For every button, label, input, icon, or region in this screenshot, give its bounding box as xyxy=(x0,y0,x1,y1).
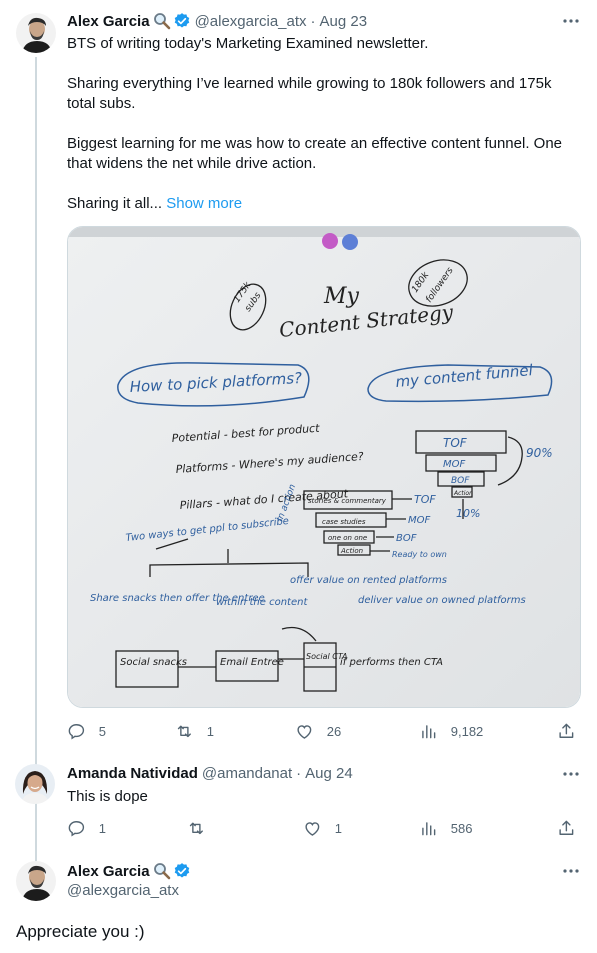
like-button[interactable]: 1 xyxy=(303,819,342,838)
thread-line xyxy=(35,57,37,868)
views-button[interactable]: 9,182 xyxy=(419,722,483,741)
reply-count: 5 xyxy=(98,723,106,739)
wb-ready-to-own: Ready to own xyxy=(392,550,447,559)
views-count: 9,182 xyxy=(450,723,484,739)
repost-count: 1 xyxy=(206,723,214,739)
show-more-link[interactable]: Show more xyxy=(166,195,242,212)
wb-stories: stories & commentary xyxy=(308,497,387,505)
magnifier-icon xyxy=(153,12,171,30)
wb-action: Action xyxy=(340,547,363,555)
author-name[interactable]: Alex Garcia xyxy=(67,13,150,30)
tweet-header: Alex Garcia @alexgarcia_atx · Aug 23 xyxy=(67,12,367,30)
magnifier-icon xyxy=(153,862,171,880)
reply-header: Alex Garcia xyxy=(67,862,191,880)
wb-action-2: Action xyxy=(453,490,473,497)
share-icon xyxy=(559,723,574,738)
wb-tof: TOF xyxy=(443,436,468,450)
wb-if-performs: if performs then CTA xyxy=(340,657,443,668)
wb-bof-2: BOF xyxy=(396,533,417,544)
repost-icon xyxy=(177,725,191,738)
avatar-alex-garcia[interactable] xyxy=(16,13,56,53)
like-button[interactable]: 26 xyxy=(295,722,341,741)
views-button[interactable]: 586 xyxy=(419,819,472,838)
like-count: 1 xyxy=(334,820,342,836)
reply-author-handle[interactable]: @alexgarcia_atx xyxy=(67,882,179,899)
tweet-paragraph-truncated: Sharing it all... Show more xyxy=(67,194,581,214)
avatar-alex-garcia[interactable] xyxy=(16,861,56,901)
repost-button[interactable] xyxy=(187,819,219,838)
separator-dot: · xyxy=(310,12,316,30)
views-chart-icon xyxy=(422,725,436,739)
wb-percent-90: 90% xyxy=(526,446,553,460)
reply-header: Amanda Natividad @amandanat · Aug 24 xyxy=(67,765,353,782)
truncated-text: Sharing it all... xyxy=(67,195,163,212)
heart-icon xyxy=(297,725,312,739)
more-options-icon[interactable] xyxy=(560,763,582,785)
wb-case-studies: case studies xyxy=(322,518,366,526)
reply-count: 1 xyxy=(98,820,106,836)
share-button[interactable] xyxy=(557,722,576,741)
wb-deliver-value: deliver value on owned platforms xyxy=(358,595,526,606)
wb-tof-2: TOF xyxy=(414,493,436,506)
wb-one-on-one: one on one xyxy=(328,534,367,542)
repost-icon xyxy=(189,822,203,835)
views-count: 586 xyxy=(450,820,473,836)
reply-author-handle[interactable]: @amandanat xyxy=(202,765,292,782)
repost-button[interactable]: 1 xyxy=(175,722,214,741)
whiteboard-image: My Content Strategy 175k subs 180k follo… xyxy=(68,227,580,707)
wb-bof: BOF xyxy=(451,476,470,486)
tweet-actions: 5 1 26 9,182 xyxy=(67,722,581,742)
share-icon xyxy=(559,820,574,835)
verified-badge-icon[interactable] xyxy=(173,862,191,880)
reply-icon xyxy=(68,724,85,740)
reply-button[interactable]: 5 xyxy=(67,722,106,741)
author-handle[interactable]: @alexgarcia_atx xyxy=(195,13,307,30)
tweet-paragraph: Biggest learning for me was how to creat… xyxy=(67,135,563,172)
reply-date[interactable]: Aug 24 xyxy=(305,765,353,782)
reply-body: This is dope xyxy=(67,788,148,805)
wb-mof-2: MOF xyxy=(408,515,430,526)
more-options-icon[interactable] xyxy=(560,860,582,882)
tweet-body: BTS of writing today's Marketing Examine… xyxy=(67,34,581,214)
wb-email: Email Entree xyxy=(220,657,284,668)
separator-dot: · xyxy=(296,765,302,782)
wb-offer-value: offer value on rented platforms xyxy=(290,575,447,586)
wb-social: Social snacks xyxy=(120,657,187,668)
tweet-media-photo[interactable]: My Content Strategy 175k subs 180k follo… xyxy=(67,226,581,708)
avatar-amanda-natividad[interactable] xyxy=(15,764,55,804)
reply-handle-line: @alexgarcia_atx xyxy=(67,882,179,899)
reply-author-name[interactable]: Alex Garcia xyxy=(67,863,150,880)
tweet-paragraph: BTS of writing today's Marketing Examine… xyxy=(67,35,429,52)
verified-badge-icon[interactable] xyxy=(173,12,191,30)
wb-title-line1: My xyxy=(323,284,360,309)
heart-icon xyxy=(305,822,320,836)
wb-within-content: within the content xyxy=(216,597,308,608)
views-chart-icon xyxy=(422,822,436,836)
tweet-paragraph: Sharing everything I’ve learned while gr… xyxy=(67,75,552,112)
post-date[interactable]: Aug 23 xyxy=(320,13,368,30)
reply-body: Appreciate you :) xyxy=(16,922,145,941)
reply-icon xyxy=(68,821,85,837)
reply-button[interactable]: 1 xyxy=(67,819,106,838)
more-options-icon[interactable] xyxy=(560,10,582,32)
wb-percent-10: 10% xyxy=(456,507,480,520)
wb-mof: MOF xyxy=(443,459,465,470)
like-count: 26 xyxy=(326,723,342,739)
reply-author-name[interactable]: Amanda Natividad xyxy=(67,765,198,782)
share-button[interactable] xyxy=(557,819,576,838)
reply-actions: 1 1 586 xyxy=(67,819,581,839)
